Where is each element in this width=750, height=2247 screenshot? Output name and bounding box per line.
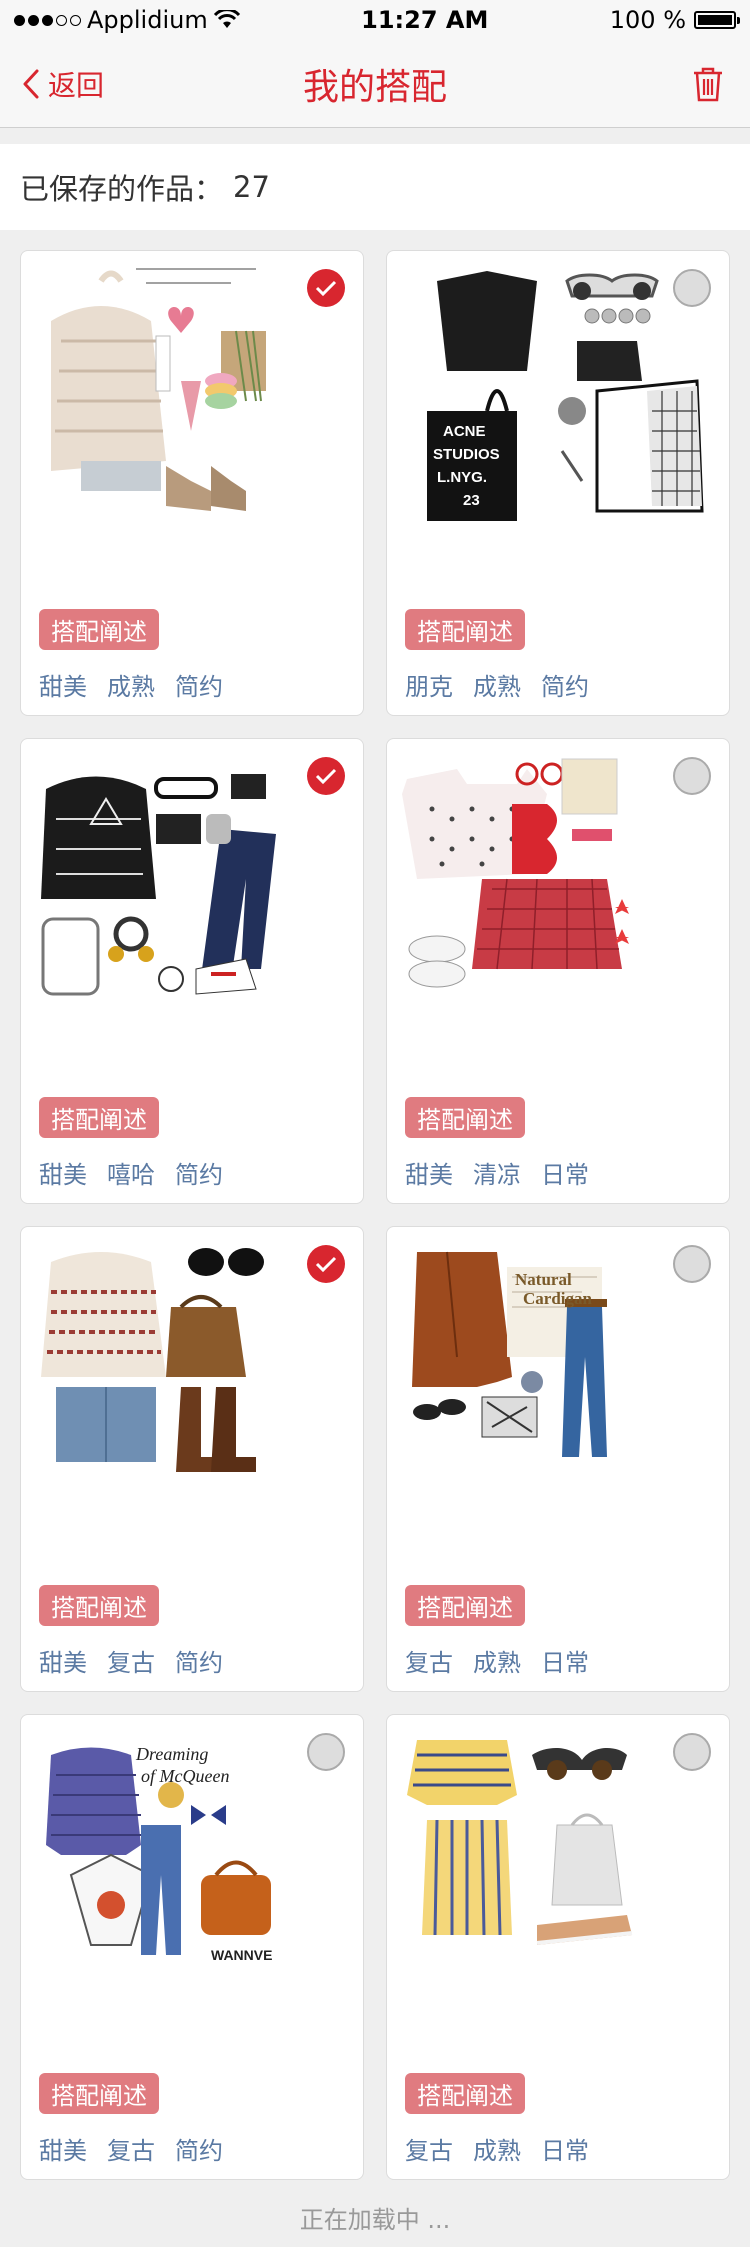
outfit-collage-image: ACNE STUDIOS L.NYG. 23 xyxy=(397,261,719,581)
outfit-tag[interactable]: 朋克 xyxy=(405,667,453,702)
outfit-tag[interactable]: 简约 xyxy=(175,1155,223,1190)
outfit-tags: 甜美 成熟 简约 xyxy=(39,667,223,702)
outfit-collage-image xyxy=(397,749,719,1069)
outfit-card[interactable]: 搭配阐述 复古 成熟 日常 xyxy=(386,1714,730,2180)
outfit-grid: 搭配阐述 甜美 成熟 简约 ACNE STUDIOS L.NYG. 23 搭配阐… xyxy=(0,230,750,2180)
outfit-tag[interactable]: 成熟 xyxy=(107,667,155,702)
select-checkbox[interactable] xyxy=(307,269,345,307)
outfit-card[interactable]: 搭配阐述 甜美 复古 简约 xyxy=(20,1226,364,1692)
outfit-tags: 甜美 复古 简约 xyxy=(39,1643,223,1678)
outfit-tags: 甜美 清凉 日常 xyxy=(405,1155,589,1190)
outfit-tag[interactable]: 简约 xyxy=(175,2131,223,2166)
outfit-card[interactable]: 搭配阐述 甜美 清凉 日常 xyxy=(386,738,730,1204)
outfit-collage-image: Dreaming of McQueen WANNVE xyxy=(31,1725,353,2045)
saved-count-bar: 已保存的作品： 27 xyxy=(0,144,750,230)
back-button[interactable]: 返回 xyxy=(22,64,104,104)
outfit-tag[interactable]: 甜美 xyxy=(405,1155,453,1190)
outfit-tag[interactable]: 甜美 xyxy=(39,2131,87,2166)
chevron-left-icon xyxy=(23,69,39,98)
svg-text:Natural: Natural xyxy=(515,1270,572,1289)
svg-text:WANNVE: WANNVE xyxy=(211,1947,272,1963)
saved-count-label: 已保存的作品： xyxy=(20,172,224,206)
outfit-description-badge[interactable]: 搭配阐述 xyxy=(405,1585,525,1626)
saved-count-value: 27 xyxy=(233,170,270,204)
outfit-description-badge[interactable]: 搭配阐述 xyxy=(405,1097,525,1138)
svg-text:Dreaming: Dreaming xyxy=(135,1744,208,1764)
outfit-card[interactable]: 搭配阐述 甜美 成熟 简约 xyxy=(20,250,364,716)
select-checkbox[interactable] xyxy=(673,757,711,795)
outfit-tags: 复古 成熟 日常 xyxy=(405,1643,589,1678)
outfit-tag[interactable]: 成熟 xyxy=(473,1643,521,1678)
outfit-tags: 复古 成熟 日常 xyxy=(405,2131,589,2166)
outfit-description-badge[interactable]: 搭配阐述 xyxy=(405,2073,525,2114)
outfit-tag[interactable]: 复古 xyxy=(405,1643,453,1678)
outfit-collage-image xyxy=(31,1237,353,1557)
select-checkbox[interactable] xyxy=(307,1733,345,1771)
wifi-icon xyxy=(213,10,240,28)
outfit-collage-image xyxy=(31,261,353,581)
outfit-tag[interactable]: 嘻哈 xyxy=(107,1155,155,1190)
outfit-tag[interactable]: 甜美 xyxy=(39,1643,87,1678)
svg-text:L.NYG.: L.NYG. xyxy=(437,469,487,486)
back-label: 返回 xyxy=(48,68,105,102)
checkmark-icon xyxy=(315,280,337,297)
outfit-collage-image xyxy=(31,749,353,1069)
outfit-tag[interactable]: 成熟 xyxy=(473,2131,521,2166)
select-checkbox[interactable] xyxy=(307,757,345,795)
outfit-tag[interactable]: 简约 xyxy=(175,1643,223,1678)
outfit-description-badge[interactable]: 搭配阐述 xyxy=(405,609,525,650)
outfit-tag[interactable]: 清凉 xyxy=(473,1155,521,1190)
nav-bar: 返回 我的搭配 xyxy=(0,40,750,128)
status-time: 11:27 AM xyxy=(361,6,489,34)
checkmark-icon xyxy=(315,1256,337,1273)
svg-text:23: 23 xyxy=(463,492,480,509)
outfit-tag[interactable]: 复古 xyxy=(405,2131,453,2166)
svg-text:ACNE: ACNE xyxy=(443,423,486,440)
outfit-tag[interactable]: 复古 xyxy=(107,1643,155,1678)
status-right: 100 % xyxy=(609,6,740,34)
signal-dots-icon xyxy=(14,14,81,26)
outfit-tag[interactable]: 简约 xyxy=(541,667,589,702)
status-left: Applidium xyxy=(14,6,240,34)
outfit-tag[interactable]: 成熟 xyxy=(473,667,521,702)
battery-percent: 100 % xyxy=(609,6,686,34)
outfit-card[interactable]: 搭配阐述 甜美 嘻哈 简约 xyxy=(20,738,364,1204)
outfit-card[interactable]: Natural Cardigan 搭配阐述 复古 成熟 日常 xyxy=(386,1226,730,1692)
outfit-card[interactable]: ACNE STUDIOS L.NYG. 23 搭配阐述 朋克 成熟 简约 xyxy=(386,250,730,716)
battery-icon xyxy=(694,11,740,29)
outfit-description-badge[interactable]: 搭配阐述 xyxy=(39,2073,159,2114)
carrier-name: Applidium xyxy=(87,6,208,34)
select-checkbox[interactable] xyxy=(307,1245,345,1283)
outfit-tags: 甜美 复古 简约 xyxy=(39,2131,223,2166)
select-checkbox[interactable] xyxy=(673,1733,711,1771)
page-title: 我的搭配 xyxy=(302,66,447,108)
outfit-description-badge[interactable]: 搭配阐述 xyxy=(39,1097,159,1138)
status-bar: Applidium 11:27 AM 100 % xyxy=(0,0,750,40)
outfit-tag[interactable]: 日常 xyxy=(541,1155,589,1190)
outfit-card[interactable]: Dreaming of McQueen WANNVE 搭配阐述 甜美 复古 简约 xyxy=(20,1714,364,2180)
svg-text:Cardigan: Cardigan xyxy=(523,1289,593,1308)
svg-text:of McQueen: of McQueen xyxy=(141,1766,229,1786)
outfit-tag[interactable]: 日常 xyxy=(541,2131,589,2166)
outfit-tag[interactable]: 甜美 xyxy=(39,1155,87,1190)
outfit-tag[interactable]: 日常 xyxy=(541,1643,589,1678)
select-checkbox[interactable] xyxy=(673,1245,711,1283)
outfit-tag[interactable]: 简约 xyxy=(175,667,223,702)
outfit-description-badge[interactable]: 搭配阐述 xyxy=(39,609,159,650)
outfit-collage-image xyxy=(397,1725,719,2045)
outfit-description-badge[interactable]: 搭配阐述 xyxy=(39,1585,159,1626)
outfit-tags: 甜美 嘻哈 简约 xyxy=(39,1155,223,1190)
checkmark-icon xyxy=(315,768,337,785)
loading-indicator: 正在加载中 ... xyxy=(299,2206,451,2234)
outfit-tag[interactable]: 复古 xyxy=(107,2131,155,2166)
svg-text:STUDIOS: STUDIOS xyxy=(433,446,500,463)
outfit-collage-image: Natural Cardigan xyxy=(397,1237,719,1557)
trash-icon[interactable] xyxy=(688,64,728,104)
select-checkbox[interactable] xyxy=(673,269,711,307)
outfit-tag[interactable]: 甜美 xyxy=(39,667,87,702)
outfit-tags: 朋克 成熟 简约 xyxy=(405,667,589,702)
